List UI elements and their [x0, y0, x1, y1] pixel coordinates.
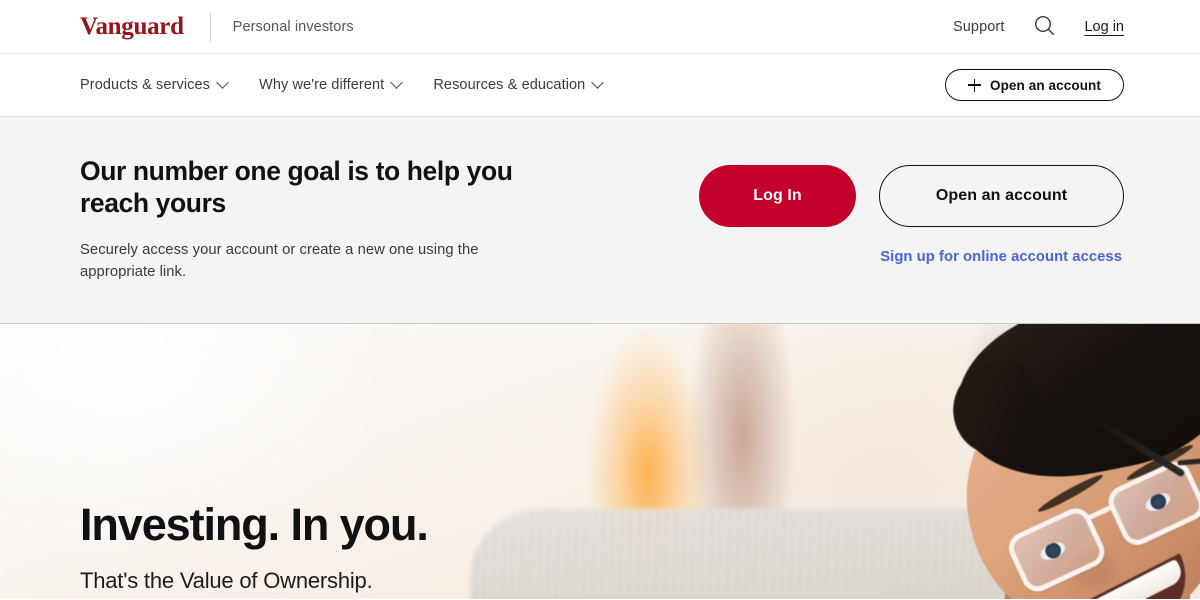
nav-item-label: Products & services	[80, 77, 211, 93]
brand-block: Vanguard Personal investors	[80, 11, 354, 42]
nav-item-why-were-different[interactable]: Why we're different	[259, 75, 404, 93]
nav-item-label: Resources & education	[433, 77, 586, 93]
header-utility-links: Support Log in	[953, 13, 1124, 41]
promo-actions: Log In Open an account Sign up for onlin…	[699, 165, 1124, 265]
promo-heading: Our number one goal is to help you reach…	[80, 156, 513, 219]
person-eye-left	[1037, 538, 1068, 564]
chevron-down-icon	[216, 75, 229, 89]
search-button[interactable]	[1030, 13, 1058, 41]
brand-divider	[209, 11, 211, 42]
header-login-link[interactable]: Log in	[1084, 19, 1124, 35]
primary-nav: Products & services Why we're different …	[0, 54, 1200, 117]
promo-copy: Our number one goal is to help you reach…	[80, 155, 600, 283]
hero-title: Investing. In you.	[80, 499, 429, 550]
plus-icon	[967, 78, 981, 92]
nav-items: Products & services Why we're different …	[80, 75, 605, 93]
hero-person-photo	[910, 324, 1200, 599]
search-icon	[1034, 15, 1055, 39]
promo-login-button[interactable]: Log In	[699, 165, 856, 227]
chevron-down-icon	[591, 75, 605, 89]
chevron-down-icon	[390, 75, 404, 89]
hero-section: Investing. In you. That's the Value of O…	[0, 324, 1200, 599]
person-eye-right	[1142, 489, 1173, 515]
glasses-lens-right	[1103, 456, 1200, 551]
hero-text-block: Investing. In you. That's the Value of O…	[80, 499, 429, 593]
nav-item-label: Why we're different	[259, 77, 385, 93]
nav-item-products-services[interactable]: Products & services	[80, 75, 229, 93]
vanguard-logo[interactable]: Vanguard	[80, 14, 184, 39]
promo-banner: Our number one goal is to help you reach…	[0, 117, 1200, 324]
nav-item-resources-education[interactable]: Resources & education	[433, 75, 605, 93]
nav-open-account-button[interactable]: Open an account	[944, 69, 1124, 101]
top-header: Vanguard Personal investors Support Log …	[0, 0, 1200, 54]
vanguard-homepage: Vanguard Personal investors Support Log …	[0, 0, 1200, 600]
support-link[interactable]: Support	[953, 19, 1005, 35]
promo-button-group: Log In Open an account	[699, 165, 1124, 227]
brand-tagline: Personal investors	[232, 18, 354, 35]
hero-subtitle: That's the Value of Ownership.	[80, 568, 373, 593]
promo-open-account-button[interactable]: Open an account	[879, 165, 1124, 227]
promo-subtext: Securely access your account or create a…	[80, 241, 479, 280]
nav-open-account-label: Open an account	[989, 77, 1101, 93]
signup-online-access-link[interactable]: Sign up for online account access	[880, 249, 1122, 265]
